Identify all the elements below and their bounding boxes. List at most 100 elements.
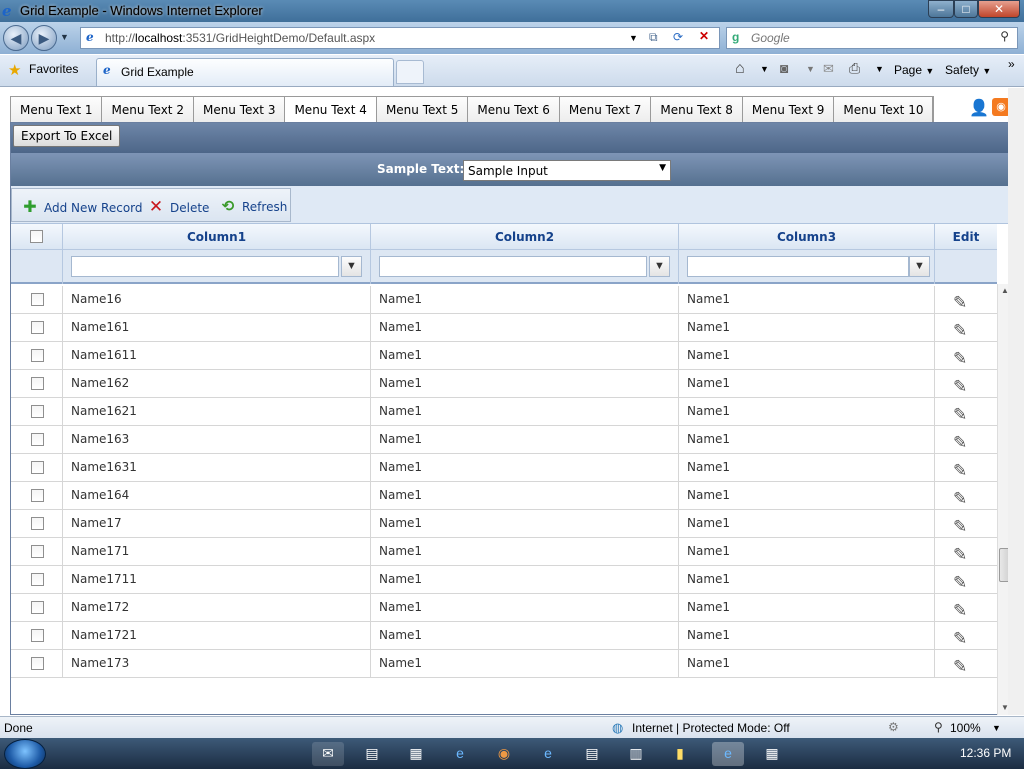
- rss-icon[interactable]: ◉: [992, 98, 1008, 116]
- row-checkbox[interactable]: [31, 349, 44, 362]
- pencil-icon[interactable]: ✎: [953, 430, 967, 457]
- select-all-checkbox[interactable]: [30, 230, 43, 243]
- row-checkbox[interactable]: [31, 517, 44, 530]
- scroll-up-icon[interactable]: ▲: [1001, 286, 1008, 295]
- row-checkbox[interactable]: [31, 377, 44, 390]
- table-row[interactable]: Name172 Name1 Name1 ✎: [11, 594, 997, 622]
- pencil-icon[interactable]: ✎: [953, 346, 967, 373]
- feeds-dropdown-icon[interactable]: ▼: [806, 64, 815, 74]
- mail-icon[interactable]: ✉: [823, 61, 834, 77]
- table-row[interactable]: Name162 Name1 Name1 ✎: [11, 370, 997, 398]
- more-commands-icon[interactable]: »: [1008, 57, 1015, 71]
- table-row[interactable]: Name171 Name1 Name1 ✎: [11, 538, 997, 566]
- forward-button[interactable]: ▶: [31, 25, 57, 51]
- row-checkbox[interactable]: [31, 461, 44, 474]
- start-button[interactable]: [4, 739, 46, 769]
- home-icon[interactable]: ⌂: [735, 60, 745, 78]
- menu-item[interactable]: Menu Text 5: [376, 97, 469, 123]
- menu-item[interactable]: Menu Text 9: [742, 97, 835, 123]
- menu-item[interactable]: Menu Text 3: [193, 97, 286, 123]
- address-dropdown-icon[interactable]: ▼: [629, 33, 638, 43]
- pencil-icon[interactable]: ✎: [953, 402, 967, 429]
- table-row[interactable]: Name17 Name1 Name1 ✎: [11, 510, 997, 538]
- row-checkbox[interactable]: [31, 293, 44, 306]
- table-row[interactable]: Name161 Name1 Name1 ✎: [11, 314, 997, 342]
- pencil-icon[interactable]: ✎: [953, 542, 967, 569]
- column1-filter-input[interactable]: [71, 256, 339, 277]
- add-new-record-button[interactable]: ✚ Add New Record: [22, 197, 142, 216]
- protected-mode-icon[interactable]: ⚙: [888, 720, 899, 734]
- pencil-icon[interactable]: ✎: [953, 626, 967, 653]
- export-to-excel-button[interactable]: Export To Excel: [13, 125, 121, 147]
- table-row[interactable]: Name173 Name1 Name1 ✎: [11, 650, 997, 678]
- search-icon[interactable]: ⚲: [1000, 29, 1009, 43]
- table-row[interactable]: Name1621 Name1 Name1 ✎: [11, 398, 997, 426]
- zoom-dropdown-icon[interactable]: ▼: [992, 723, 1001, 733]
- taskbar-app[interactable]: ▤: [356, 742, 388, 766]
- taskbar-app[interactable]: ▥: [620, 742, 652, 766]
- search-box[interactable]: g Google ⚲: [726, 27, 1018, 49]
- stop-icon[interactable]: ✕: [699, 29, 709, 43]
- taskbar-ie[interactable]: e: [532, 742, 564, 766]
- table-row[interactable]: Name1721 Name1 Name1 ✎: [11, 622, 997, 650]
- home-dropdown-icon[interactable]: ▼: [760, 64, 769, 74]
- table-row[interactable]: Name1711 Name1 Name1 ✎: [11, 566, 997, 594]
- column2-filter-input[interactable]: [379, 256, 647, 277]
- row-checkbox[interactable]: [31, 433, 44, 446]
- scroll-down-icon[interactable]: ▼: [1001, 703, 1008, 712]
- menu-item[interactable]: Menu Text 7: [559, 97, 652, 123]
- menu-item[interactable]: Menu Text 1: [11, 97, 103, 123]
- page-scrollbar[interactable]: [1008, 88, 1024, 715]
- user-icon[interactable]: 👤: [969, 98, 989, 118]
- column2-header[interactable]: Column2: [371, 224, 679, 250]
- security-zone[interactable]: Internet | Protected Mode: Off: [632, 721, 790, 735]
- row-checkbox[interactable]: [31, 629, 44, 642]
- row-checkbox[interactable]: [31, 601, 44, 614]
- refresh-page-icon[interactable]: ⟳: [673, 30, 683, 44]
- recent-pages-dropdown-icon[interactable]: ▼: [60, 32, 69, 42]
- print-icon[interactable]: ⎙: [849, 60, 860, 77]
- menu-item[interactable]: Menu Text 2: [102, 97, 194, 123]
- pencil-icon[interactable]: ✎: [953, 486, 967, 513]
- grid-scrollbar[interactable]: ▲ ▼: [997, 284, 1008, 715]
- taskbar-ie-active[interactable]: e: [712, 742, 744, 766]
- sample-select[interactable]: Sample Input ▼: [463, 160, 671, 181]
- row-checkbox[interactable]: [31, 657, 44, 670]
- pencil-icon[interactable]: ✎: [953, 290, 967, 317]
- table-row[interactable]: Name1631 Name1 Name1 ✎: [11, 454, 997, 482]
- page-menu[interactable]: Page ▼: [894, 63, 934, 77]
- tab-grid-example[interactable]: e Grid Example: [96, 58, 394, 86]
- pencil-icon[interactable]: ✎: [953, 458, 967, 485]
- table-row[interactable]: Name16 Name1 Name1 ✎: [11, 286, 997, 314]
- filter-icon[interactable]: ▼: [341, 256, 362, 277]
- refresh-button[interactable]: ⟲ Refresh: [220, 197, 288, 215]
- column3-filter-input[interactable]: [687, 256, 909, 277]
- row-checkbox[interactable]: [31, 405, 44, 418]
- pencil-icon[interactable]: ✎: [953, 318, 967, 345]
- taskbar-app[interactable]: ▦: [756, 742, 788, 766]
- filter-icon[interactable]: ▼: [649, 256, 670, 277]
- pencil-icon[interactable]: ✎: [953, 598, 967, 625]
- maximize-button[interactable]: □: [954, 0, 978, 18]
- menu-item[interactable]: Menu Text 10: [834, 97, 934, 123]
- address-bar[interactable]: e http://localhost:3531/GridHeightDemo/D…: [80, 27, 720, 49]
- new-tab-button[interactable]: [396, 60, 424, 84]
- minimize-button[interactable]: –: [928, 0, 954, 18]
- taskbar-mail[interactable]: ✉: [312, 742, 344, 766]
- delete-button[interactable]: ✕ Delete: [148, 197, 210, 217]
- column1-header[interactable]: Column1: [63, 224, 371, 250]
- filter-icon[interactable]: ▼: [909, 256, 930, 277]
- favorites-button[interactable]: Favorites: [29, 62, 78, 76]
- column3-header[interactable]: Column3: [679, 224, 935, 250]
- feeds-icon[interactable]: ◙: [780, 60, 788, 76]
- taskbar-folder[interactable]: ▮: [664, 742, 696, 766]
- compatibility-icon[interactable]: ⧉: [649, 30, 658, 45]
- pencil-icon[interactable]: ✎: [953, 654, 967, 681]
- grid-scroll-thumb[interactable]: [999, 548, 1008, 582]
- clock[interactable]: 12:36 PM: [960, 746, 1011, 760]
- taskbar-app[interactable]: ▦: [400, 742, 432, 766]
- safety-menu[interactable]: Safety ▼: [945, 63, 991, 77]
- close-window-button[interactable]: ✕: [978, 0, 1020, 18]
- row-checkbox[interactable]: [31, 545, 44, 558]
- back-button[interactable]: ◀: [3, 25, 29, 51]
